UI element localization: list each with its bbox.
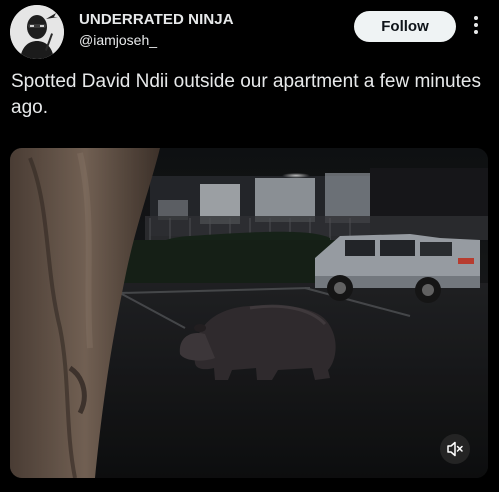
- tweet-card: UNDERRATED NINJA @iamjoseh_ Follow Spott…: [0, 0, 499, 492]
- video-player[interactable]: [10, 148, 488, 478]
- follow-button[interactable]: Follow: [354, 11, 456, 42]
- mute-button[interactable]: [440, 434, 470, 464]
- ninja-avatar-icon: [10, 5, 64, 59]
- speaker-muted-icon: [447, 441, 463, 457]
- author-handle[interactable]: @iamjoseh_: [79, 30, 234, 50]
- tweet-text: Spotted David Ndii outside our apartment…: [11, 71, 481, 118]
- more-options-icon[interactable]: [471, 14, 481, 36]
- author-avatar[interactable]: [10, 5, 64, 59]
- video-frame: [10, 148, 488, 478]
- author-info: UNDERRATED NINJA @iamjoseh_: [79, 10, 234, 50]
- author-display-name[interactable]: UNDERRATED NINJA: [79, 10, 234, 30]
